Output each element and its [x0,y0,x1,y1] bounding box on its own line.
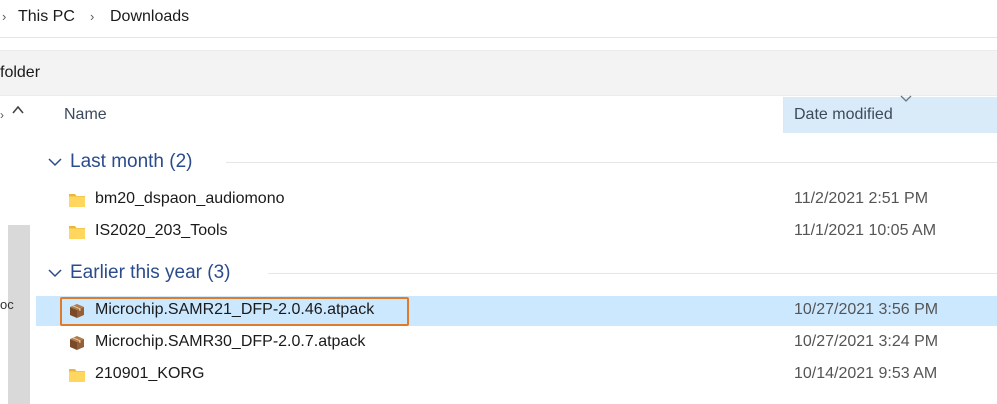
file-name: Microchip.SAMR21_DFP-2.0.46.atpack [95,301,375,318]
breadcrumb-this-pc[interactable]: This PC [18,8,75,26]
column-header-name[interactable]: Name [64,106,107,124]
file-name: 210901_KORG [95,365,205,382]
address-bar[interactable]: › This PC › Downloads [0,0,997,38]
group-header-earlier-this-year[interactable]: Earlier this year (3) [36,258,997,288]
folder-icon [69,194,85,207]
command-bar-label[interactable]: folder [0,64,40,82]
breadcrumb-chevron-icon[interactable]: › [2,9,6,24]
folder-icon [69,226,85,239]
file-name: bm20_dspaon_audiomono [95,190,285,207]
chevron-down-icon[interactable] [48,268,62,278]
column-header-date-label: Date modified [794,106,893,123]
group-divider [268,273,997,274]
group-divider [226,162,997,163]
list-item[interactable]: IS2020_203_Tools 11/1/2021 10:05 AM [36,217,997,247]
file-date-modified: 10/27/2021 3:56 PM [794,301,939,318]
group-header-last-month[interactable]: Last month (2) [36,147,997,177]
file-list: Name Date modified Last month (2) bm20_d… [36,95,997,404]
file-date-modified: 11/2/2021 2:51 PM [794,190,929,207]
list-item[interactable]: 210901_KORG 10/14/2021 9:53 AM [36,360,997,390]
command-bar: folder [0,50,997,96]
list-item[interactable]: bm20_dspaon_audiomono 11/2/2021 2:51 PM [36,185,997,215]
package-icon [70,336,84,350]
package-icon [70,304,84,318]
file-name: Microchip.SAMR30_DFP-2.0.7.atpack [95,333,366,350]
nav-scrollbar-thumb[interactable] [8,225,30,404]
column-header-date-modified[interactable]: Date modified [784,95,997,133]
chevron-down-icon[interactable] [48,157,62,167]
navigation-pane: › oc [0,97,36,404]
nav-item-truncated[interactable]: oc [0,297,14,312]
column-header-row: Name Date modified [36,95,997,133]
group-label: Last month (2) [70,151,193,172]
group-label: Earlier this year (3) [70,262,231,283]
list-item-selected[interactable]: Microchip.SAMR21_DFP-2.0.46.atpack 10/27… [36,296,997,326]
list-item[interactable]: Microchip.SAMR30_DFP-2.0.7.atpack 10/27/… [36,328,997,358]
sort-descending-icon [900,95,912,102]
scroll-up-arrow-icon[interactable] [11,103,25,117]
file-date-modified: 11/1/2021 10:05 AM [794,222,937,239]
file-name: IS2020_203_Tools [95,222,228,239]
file-date-modified: 10/14/2021 9:53 AM [794,365,938,382]
breadcrumb-chevron-icon[interactable]: › [90,9,94,24]
nav-item-fragment: › [0,108,4,122]
file-date-modified: 10/27/2021 3:24 PM [794,333,939,350]
folder-icon [69,369,85,382]
breadcrumb-downloads[interactable]: Downloads [110,8,189,26]
